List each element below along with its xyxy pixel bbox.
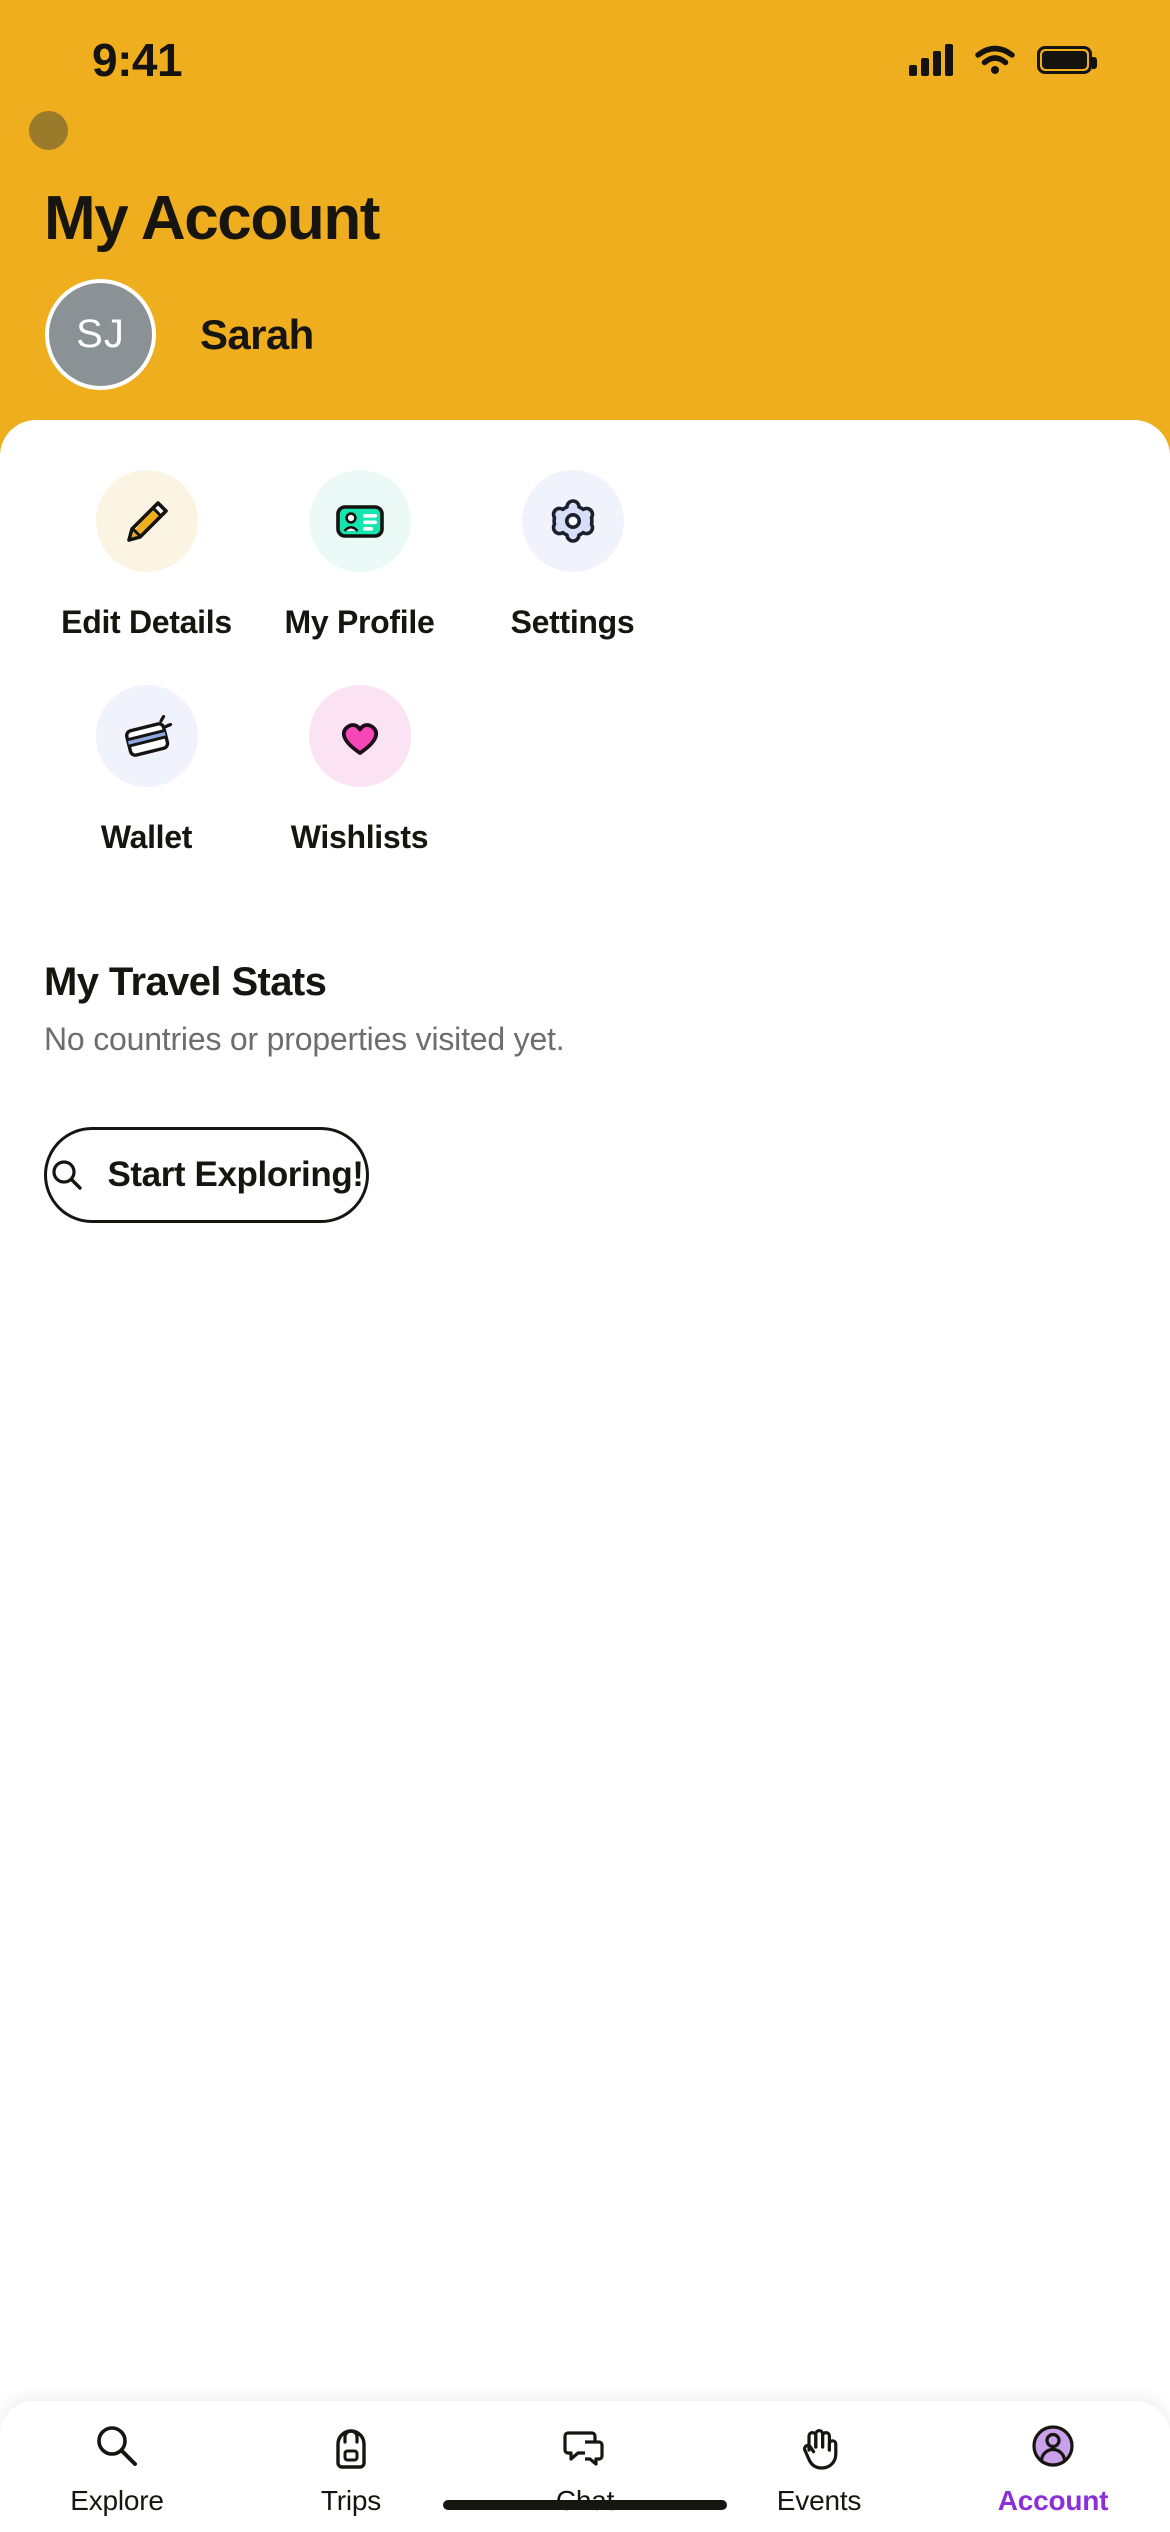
quick-action-label: Edit Details [61,604,232,640]
quick-actions-row-1: Edit Details My Profile Settings [40,470,1130,641]
quick-action-empty-slot [466,685,679,856]
tab-account[interactable]: Account [936,2419,1170,2517]
phone-screen: 9:41 My Account SJ Sarah Edit Details My… [0,0,1170,2532]
quick-action-edit-details[interactable]: Edit Details [40,470,253,641]
quick-action-my-profile[interactable]: My Profile [253,470,466,641]
quick-action-wishlists[interactable]: Wishlists [253,685,466,856]
battery-icon [1037,46,1097,74]
status-bar: 9:41 [0,0,1170,120]
quick-action-wallet[interactable]: Wallet [40,685,253,856]
tab-events[interactable]: Events [702,2419,936,2517]
avatar: SJ [45,279,156,390]
tab-label: Trips [320,2485,382,2516]
start-exploring-button[interactable]: Start Exploring! [44,1127,369,1223]
edit-details-icon-bg [95,470,198,572]
backpack-icon [325,2419,377,2473]
settings-icon-bg [521,470,624,572]
tab-label: Account [997,2485,1109,2516]
tab-trips[interactable]: Trips [234,2419,468,2517]
start-exploring-label: Start Exploring! [107,1155,364,1194]
account-icon [1026,2419,1080,2473]
status-bar-clock: 9:41 [92,34,183,86]
quick-action-settings[interactable]: Settings [466,470,679,641]
profile-summary[interactable]: SJ Sarah [45,279,314,390]
user-name: Sarah [200,310,314,358]
id-card-icon [335,505,384,538]
credit-card-icon [124,714,172,757]
content-sheet: Edit Details My Profile Settings Wallet … [0,420,1170,2532]
quick-action-label: Wishlists [290,819,429,855]
quick-action-label: My Profile [284,604,435,640]
wifi-icon [975,45,1015,74]
heart-icon [341,723,378,755]
quick-actions-row-2: Wallet Wishlists [40,685,1130,856]
wave-hand-icon [793,2419,845,2473]
quick-action-label: Wallet [100,819,193,855]
header-dot-indicator [29,111,68,150]
travel-stats-section: My Travel Stats No countries or properti… [44,960,1130,1058]
search-icon [52,1160,83,1190]
bottom-tab-bar: Explore Trips Events Account [0,2401,1170,2532]
wallet-icon-bg [95,685,198,787]
quick-action-label: Settings [510,604,635,640]
cellular-signal-icon [909,44,953,76]
tab-label: Explore [70,2485,164,2516]
page-title: My Account [44,184,380,253]
tab-explore[interactable]: Explore [0,2419,234,2517]
travel-stats-title: My Travel Stats [44,960,327,1004]
my-profile-icon-bg [308,470,411,572]
search-icon [91,2419,143,2473]
quick-actions-grid: Edit Details My Profile Settings Wallet … [0,470,1170,856]
gear-icon [551,499,594,543]
tab-label: Events [776,2485,862,2516]
chat-icon [559,2419,611,2473]
pencil-icon [126,501,168,542]
travel-stats-empty-message: No countries or properties visited yet. [44,1021,565,1057]
status-bar-icons [909,44,1097,76]
wishlists-icon-bg [308,685,411,787]
home-indicator [443,2500,727,2510]
